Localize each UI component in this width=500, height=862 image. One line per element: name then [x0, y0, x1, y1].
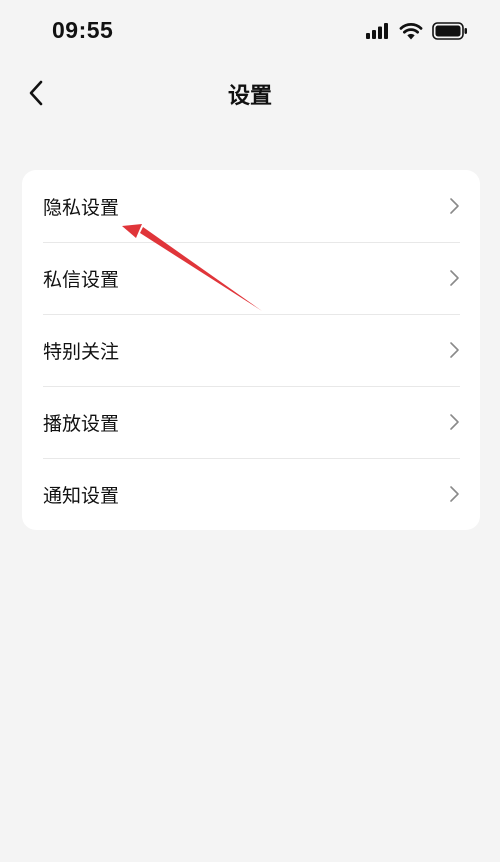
chevron-right-icon	[450, 342, 459, 358]
nav-bar: 设置	[0, 64, 500, 122]
chevron-right-icon	[450, 270, 459, 286]
settings-item-messages[interactable]: 私信设置	[22, 242, 480, 314]
page-title: 设置	[227, 84, 272, 109]
chevron-right-icon	[450, 486, 459, 502]
battery-icon	[432, 22, 467, 40]
settings-item-label: 通知设置	[43, 484, 120, 507]
status-icons	[366, 22, 468, 40]
cellular-signal-icon	[366, 23, 388, 39]
settings-item-privacy[interactable]: 隐私设置	[22, 170, 480, 242]
settings-item-label: 播放设置	[43, 412, 120, 435]
settings-item-label: 隐私设置	[43, 196, 120, 219]
wifi-icon	[399, 23, 423, 40]
chevron-right-icon	[450, 414, 459, 430]
settings-item-notifications[interactable]: 通知设置	[22, 458, 480, 530]
chevron-right-icon	[450, 198, 459, 214]
settings-item-label: 私信设置	[43, 268, 120, 291]
settings-item-special-follow[interactable]: 特别关注	[22, 314, 480, 386]
status-time: 09:55	[52, 17, 114, 43]
settings-list: 隐私设置 私信设置 特别关注 播放设置 通知设置	[22, 170, 480, 530]
settings-item-playback[interactable]: 播放设置	[22, 386, 480, 458]
status-bar: 09:55	[0, 0, 500, 64]
settings-item-label: 特别关注	[43, 340, 120, 363]
